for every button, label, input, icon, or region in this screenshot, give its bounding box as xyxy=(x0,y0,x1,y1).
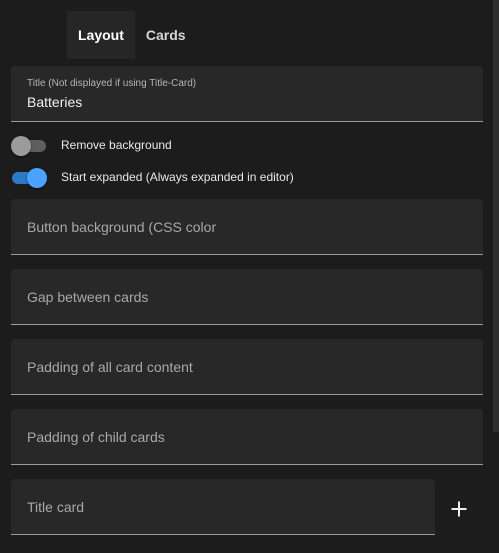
plus-icon xyxy=(451,501,467,517)
remove-background-label: Remove background xyxy=(61,138,172,152)
padding-child-label: Padding of child cards xyxy=(27,429,165,445)
start-expanded-switch[interactable] xyxy=(11,166,47,188)
editor-tabs: Layout Cards xyxy=(67,11,197,59)
start-expanded-label: Start expanded (Always expanded in edito… xyxy=(61,170,294,184)
switch-thumb xyxy=(27,168,47,188)
padding-child-field[interactable]: Padding of child cards xyxy=(11,409,483,465)
title-field-value[interactable]: Batteries xyxy=(27,94,82,110)
toggle-remove-background: Remove background xyxy=(11,134,172,156)
tab-layout[interactable]: Layout xyxy=(67,11,135,59)
title-field[interactable]: Title (Not displayed if using Title-Card… xyxy=(11,66,483,122)
padding-content-label: Padding of all card content xyxy=(27,359,193,375)
title-field-label: Title (Not displayed if using Title-Card… xyxy=(27,78,197,89)
remove-background-switch[interactable] xyxy=(11,134,47,156)
scrollbar[interactable] xyxy=(493,0,499,432)
add-title-card-button[interactable] xyxy=(444,494,474,524)
tab-cards[interactable]: Cards xyxy=(135,11,197,59)
gap-label: Gap between cards xyxy=(27,289,149,305)
title-card-field[interactable]: Title card xyxy=(11,479,435,535)
button-background-label: Button background (CSS color xyxy=(27,219,217,235)
button-background-field[interactable]: Button background (CSS color xyxy=(11,199,483,255)
gap-field[interactable]: Gap between cards xyxy=(11,269,483,325)
title-card-label: Title card xyxy=(27,499,85,515)
toggle-start-expanded: Start expanded (Always expanded in edito… xyxy=(11,166,294,188)
switch-thumb xyxy=(11,136,31,156)
padding-content-field[interactable]: Padding of all card content xyxy=(11,339,483,395)
card-editor: Layout Cards Title (Not displayed if usi… xyxy=(0,0,499,553)
